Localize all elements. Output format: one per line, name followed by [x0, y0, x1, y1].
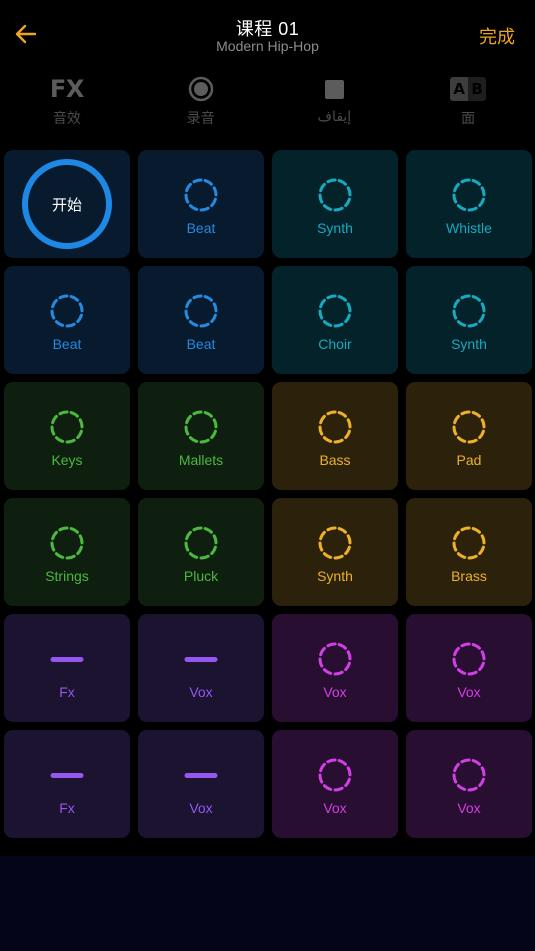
sound-pad[interactable]: Beat — [138, 150, 264, 258]
dash-icon — [184, 657, 218, 662]
pad-label: Synth — [317, 220, 353, 236]
page-subtitle: Modern Hip-Hop — [216, 38, 319, 54]
dash-icon — [50, 657, 84, 662]
sound-pad[interactable]: Synth — [406, 266, 532, 374]
dashed-circle-icon — [184, 410, 218, 444]
dash-icon — [50, 773, 84, 778]
pad-label: Beat — [186, 336, 216, 352]
dashed-circle-icon — [318, 410, 352, 444]
pad-label: Whistle — [446, 220, 492, 236]
pad-label: Keys — [51, 452, 83, 468]
dashed-circle-icon — [318, 642, 352, 676]
pad-label: Brass — [451, 568, 487, 584]
pad-label: Vox — [189, 684, 213, 700]
pad-label: Pluck — [183, 568, 219, 584]
pad-label: Vox — [189, 800, 213, 816]
fx-label: 音效 — [52, 110, 81, 126]
pad-label: Vox — [457, 800, 481, 816]
sound-pad[interactable]: Fx — [4, 614, 130, 722]
sound-pad[interactable]: Choir — [272, 266, 398, 374]
dashed-circle-icon — [452, 642, 486, 676]
pad-label: Synth — [317, 568, 353, 584]
sound-pad[interactable]: Keys — [4, 382, 130, 490]
side-a-glyph: A — [450, 77, 469, 101]
sound-pad[interactable]: Vox — [138, 614, 264, 722]
pad-label: Strings — [45, 568, 89, 584]
sound-pad[interactable]: Vox — [272, 614, 398, 722]
sound-pad[interactable]: Synth — [272, 498, 398, 606]
dashed-circle-icon — [50, 294, 84, 328]
record-button[interactable]: 录音 — [134, 72, 268, 138]
pad-label: Mallets — [178, 452, 224, 468]
start-pad[interactable]: 开始 — [4, 150, 130, 258]
pad-label: Synth — [451, 336, 487, 352]
record-label: 录音 — [186, 110, 215, 126]
sound-pad[interactable]: Strings — [4, 498, 130, 606]
bottom-panel — [0, 856, 535, 951]
record-icon — [188, 76, 213, 102]
dashed-circle-icon — [318, 178, 352, 212]
pad-label: Vox — [457, 684, 481, 700]
stop-label: إيقاف — [317, 108, 352, 124]
ab-side-button[interactable]: A B 面 — [401, 72, 535, 138]
sound-pad[interactable]: Whistle — [406, 150, 532, 258]
pad-label: Vox — [323, 684, 347, 700]
start-button[interactable]: 开始 — [22, 159, 112, 249]
dashed-circle-icon — [452, 178, 486, 212]
dashed-circle-icon — [50, 526, 84, 560]
dash-icon — [184, 773, 218, 778]
ab-side-label: 面 — [461, 110, 476, 126]
stop-button[interactable]: إيقاف — [268, 72, 402, 138]
side-b-glyph: B — [468, 77, 487, 101]
sound-pad[interactable]: Beat — [138, 266, 264, 374]
dashed-circle-icon — [318, 758, 352, 792]
header: 课程 01 Modern Hip-Hop 完成 — [0, 0, 535, 68]
dashed-circle-icon — [452, 526, 486, 560]
dashed-circle-icon — [184, 178, 218, 212]
sound-pad[interactable]: Fx — [4, 730, 130, 838]
sound-pad[interactable]: Mallets — [138, 382, 264, 490]
ab-toggle-icon: A B — [450, 77, 487, 101]
dashed-circle-icon — [452, 294, 486, 328]
sound-pad[interactable]: Bass — [272, 382, 398, 490]
stop-icon — [324, 79, 344, 99]
dashed-circle-icon — [452, 758, 486, 792]
sound-pad[interactable]: Vox — [272, 730, 398, 838]
dashed-circle-icon — [50, 410, 84, 444]
pad-label: Choir — [318, 336, 352, 352]
sound-pad[interactable]: Vox — [406, 614, 532, 722]
dashed-circle-icon — [184, 526, 218, 560]
toolbar: FX 音效 录音 إيقاف A B 面 — [0, 72, 535, 138]
done-button[interactable]: 完成 — [479, 23, 515, 49]
fx-icon: FX — [49, 75, 84, 103]
dashed-circle-icon — [318, 526, 352, 560]
pad-label: Fx — [59, 684, 75, 700]
sound-pad[interactable]: Brass — [406, 498, 532, 606]
pad-label: Fx — [59, 800, 75, 816]
sound-pad[interactable]: Beat — [4, 266, 130, 374]
dashed-circle-icon — [452, 410, 486, 444]
sound-pad[interactable]: Pad — [406, 382, 532, 490]
sound-pad[interactable]: Vox — [406, 730, 532, 838]
sound-pad[interactable]: Vox — [138, 730, 264, 838]
sound-pad[interactable]: Pluck — [138, 498, 264, 606]
pad-label: Pad — [456, 452, 482, 468]
pad-label: Beat — [186, 220, 216, 236]
fx-button[interactable]: FX 音效 — [0, 72, 134, 138]
pad-label: Bass — [319, 452, 351, 468]
pad-grid: 开始 Beat Synth Whistle Beat Beat Choir Synth Keys… — [4, 150, 532, 838]
dashed-circle-icon — [184, 294, 218, 328]
sound-pad[interactable]: Synth — [272, 150, 398, 258]
pad-label: Vox — [323, 800, 347, 816]
pad-label: Beat — [52, 336, 82, 352]
dashed-circle-icon — [318, 294, 352, 328]
